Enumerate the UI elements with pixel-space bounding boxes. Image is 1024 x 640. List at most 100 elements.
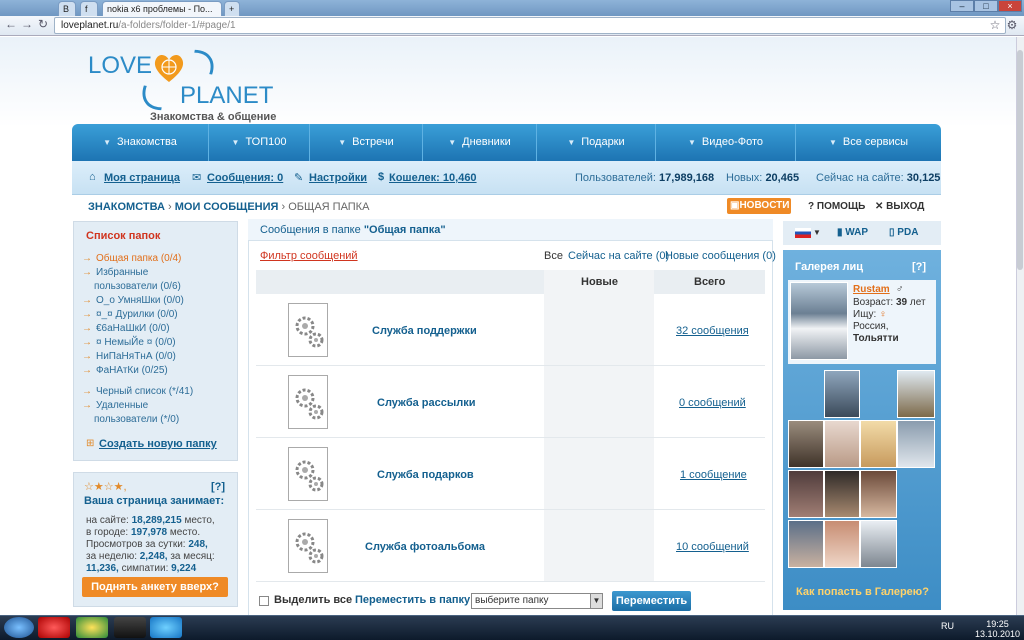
close-icon[interactable]: × bbox=[998, 0, 1022, 12]
folder-item-umnyashki[interactable]: → О_о УмняШки (0/0) bbox=[82, 294, 232, 307]
gears-icon[interactable] bbox=[288, 375, 328, 429]
folder-item-fanatki[interactable]: → ФаНАтКи (0/25) bbox=[82, 364, 232, 377]
logo-planet[interactable]: PLANET bbox=[180, 82, 273, 110]
rank-help-link[interactable]: [?] bbox=[211, 481, 225, 493]
breadcrumb-messages[interactable]: МОИ СООБЩЕНИЯ bbox=[175, 201, 279, 213]
gallery-thumb[interactable] bbox=[860, 520, 897, 568]
folder-item-blacklist[interactable]: → Черный список (*/41) bbox=[82, 385, 232, 398]
gallery-thumb[interactable] bbox=[897, 420, 935, 468]
move-button[interactable]: Переместить bbox=[612, 591, 691, 611]
gallery-thumb[interactable] bbox=[824, 420, 860, 468]
rank-suffix: место, bbox=[184, 515, 215, 526]
start-button[interactable] bbox=[4, 617, 34, 638]
menu-item-all-services[interactable]: ▼ Все сервисы bbox=[796, 124, 941, 161]
wallet-link[interactable]: Кошелек: 10,460 bbox=[389, 172, 477, 184]
pda-link[interactable]: ▯ PDA bbox=[889, 227, 918, 238]
rank-value: 9,224 bbox=[171, 563, 197, 574]
gallery-help-link[interactable]: [?] bbox=[912, 261, 926, 273]
gallery-thumb[interactable] bbox=[788, 420, 824, 468]
logo-love[interactable]: LOVE bbox=[88, 52, 152, 80]
reload-icon[interactable]: ↻ bbox=[36, 17, 50, 31]
settings-link[interactable]: Настройки bbox=[309, 172, 367, 184]
filter-all[interactable]: Все bbox=[544, 250, 563, 262]
wrench-icon[interactable]: ⚙ bbox=[1005, 18, 1019, 32]
select-all-checkbox[interactable] bbox=[259, 596, 269, 606]
exit-link[interactable]: ✕ ВЫХОД bbox=[875, 201, 924, 212]
gallery-thumb[interactable] bbox=[860, 420, 897, 468]
russia-flag-icon[interactable] bbox=[795, 228, 811, 238]
folder-item-deleted[interactable]: → Удаленные bbox=[82, 399, 232, 412]
raise-profile-button[interactable]: Поднять анкету вверх? bbox=[82, 577, 228, 597]
service-name[interactable]: Служба фотоальбома bbox=[365, 541, 485, 553]
profile-name[interactable]: Rustam bbox=[853, 284, 890, 295]
messages-link[interactable]: Сообщения: 0 bbox=[207, 172, 283, 184]
col-new-header[interactable]: Новые bbox=[581, 276, 618, 288]
address-bar[interactable]: loveplanet.ru/a-folders/folder-1/#page/1 bbox=[54, 17, 1006, 34]
heading-prefix: Сообщения в папке bbox=[260, 224, 361, 236]
folder-item-durilki[interactable]: → ¤_¤ Дурилки (0/0) bbox=[82, 308, 232, 321]
gallery-thumb[interactable] bbox=[788, 470, 824, 518]
minimize-icon[interactable]: – bbox=[950, 0, 974, 12]
service-name[interactable]: Служба поддержки bbox=[372, 325, 477, 337]
gallery-thumb[interactable] bbox=[897, 370, 935, 418]
create-folder-link[interactable]: Создать новую папку bbox=[99, 438, 217, 450]
message-count-link[interactable]: 32 сообщения bbox=[676, 325, 749, 337]
system-clock[interactable]: 19:25 13.10.2010 bbox=[975, 619, 1020, 639]
help-link[interactable]: ? ПОМОЩЬ bbox=[808, 201, 865, 212]
media-icon[interactable] bbox=[114, 617, 146, 638]
gallery-thumb[interactable] bbox=[824, 470, 860, 518]
gallery-thumb[interactable] bbox=[824, 520, 860, 568]
scrollbar-thumb[interactable] bbox=[1017, 50, 1023, 270]
menu-item-dating[interactable]: ▼ Знакомства bbox=[72, 124, 209, 161]
back-icon[interactable]: ← bbox=[4, 17, 18, 31]
menu-item-meetings[interactable]: ▼ Встречи bbox=[310, 124, 423, 161]
folder-select[interactable]: выберите папку ▼ bbox=[471, 593, 603, 609]
service-name[interactable]: Служба подарков bbox=[377, 469, 474, 481]
bookmark-star-icon[interactable]: ☆ bbox=[988, 18, 1002, 32]
opera-icon[interactable] bbox=[38, 617, 70, 638]
pda-label: PDA bbox=[897, 227, 919, 238]
folder-item-favorites-2[interactable]: пользователи (0/6) bbox=[82, 280, 232, 293]
new-tab-button[interactable]: + bbox=[224, 1, 240, 16]
breadcrumb-dating[interactable]: ЗНАКОМСТВА bbox=[88, 201, 165, 213]
tab-facebook[interactable]: f bbox=[80, 1, 98, 16]
chevron-down-icon[interactable]: ▼ bbox=[813, 228, 821, 237]
service-name[interactable]: Служба рассылки bbox=[377, 397, 476, 409]
folder-item-nepanyatna[interactable]: → НиПаНяТнА (0/0) bbox=[82, 350, 232, 363]
filter-new[interactable]: Новые сообщения (0) bbox=[665, 250, 776, 262]
folder-item-nemye[interactable]: → ¤ НемыЙе ¤ (0/0) bbox=[82, 336, 232, 349]
wap-link[interactable]: ▮ WAP bbox=[837, 227, 868, 238]
menu-item-video-photo[interactable]: ▼ Видео-Фото bbox=[656, 124, 796, 161]
folder-item-general[interactable]: → Общая папка (0/4) bbox=[82, 252, 232, 265]
gallery-thumb[interactable] bbox=[824, 370, 860, 418]
menu-item-top100[interactable]: ▼ ТОП100 bbox=[209, 124, 310, 161]
tab-active[interactable]: nokia x6 проблемы - По... bbox=[102, 1, 222, 16]
forward-icon[interactable]: → bbox=[20, 17, 34, 31]
gears-icon[interactable] bbox=[288, 519, 328, 573]
message-count-link[interactable]: 0 сообщений bbox=[679, 397, 746, 409]
chrome-icon[interactable] bbox=[76, 617, 108, 638]
menu-item-diaries[interactable]: ▼ Дневники bbox=[423, 124, 537, 161]
message-filter-link[interactable]: Фильтр сообщений bbox=[260, 250, 358, 262]
profile-photo[interactable] bbox=[790, 282, 848, 360]
folder-item-deleted-2[interactable]: пользователи (*/0) bbox=[82, 413, 232, 426]
skype-icon[interactable] bbox=[150, 617, 182, 638]
filter-online[interactable]: Сейчас на сайте (0) bbox=[568, 250, 669, 262]
maximize-icon[interactable]: □ bbox=[974, 0, 998, 12]
col-total-header[interactable]: Всего bbox=[694, 276, 725, 288]
gallery-join-link[interactable]: Как попасть в Галерею? bbox=[796, 586, 929, 598]
language-indicator[interactable]: RU bbox=[941, 621, 954, 631]
folder-item-favorites[interactable]: → Избранные bbox=[82, 266, 232, 279]
message-count-link[interactable]: 1 сообщение bbox=[680, 469, 747, 481]
tab-vk[interactable]: В bbox=[58, 1, 76, 16]
gears-icon[interactable] bbox=[288, 303, 328, 357]
menu-item-gifts[interactable]: ▼ Подарки bbox=[537, 124, 656, 161]
my-page-link[interactable]: Моя страница bbox=[104, 172, 180, 184]
select-all-label[interactable]: Выделить все bbox=[274, 594, 352, 606]
news-button[interactable]: ▣НОВОСТИ bbox=[727, 198, 791, 214]
gallery-thumb[interactable] bbox=[788, 520, 824, 568]
gears-icon[interactable] bbox=[288, 447, 328, 501]
gallery-thumb[interactable] bbox=[860, 470, 897, 518]
folder-item-bashki[interactable]: → €6аНаШкИ (0/0) bbox=[82, 322, 232, 335]
message-count-link[interactable]: 10 сообщений bbox=[676, 541, 749, 553]
